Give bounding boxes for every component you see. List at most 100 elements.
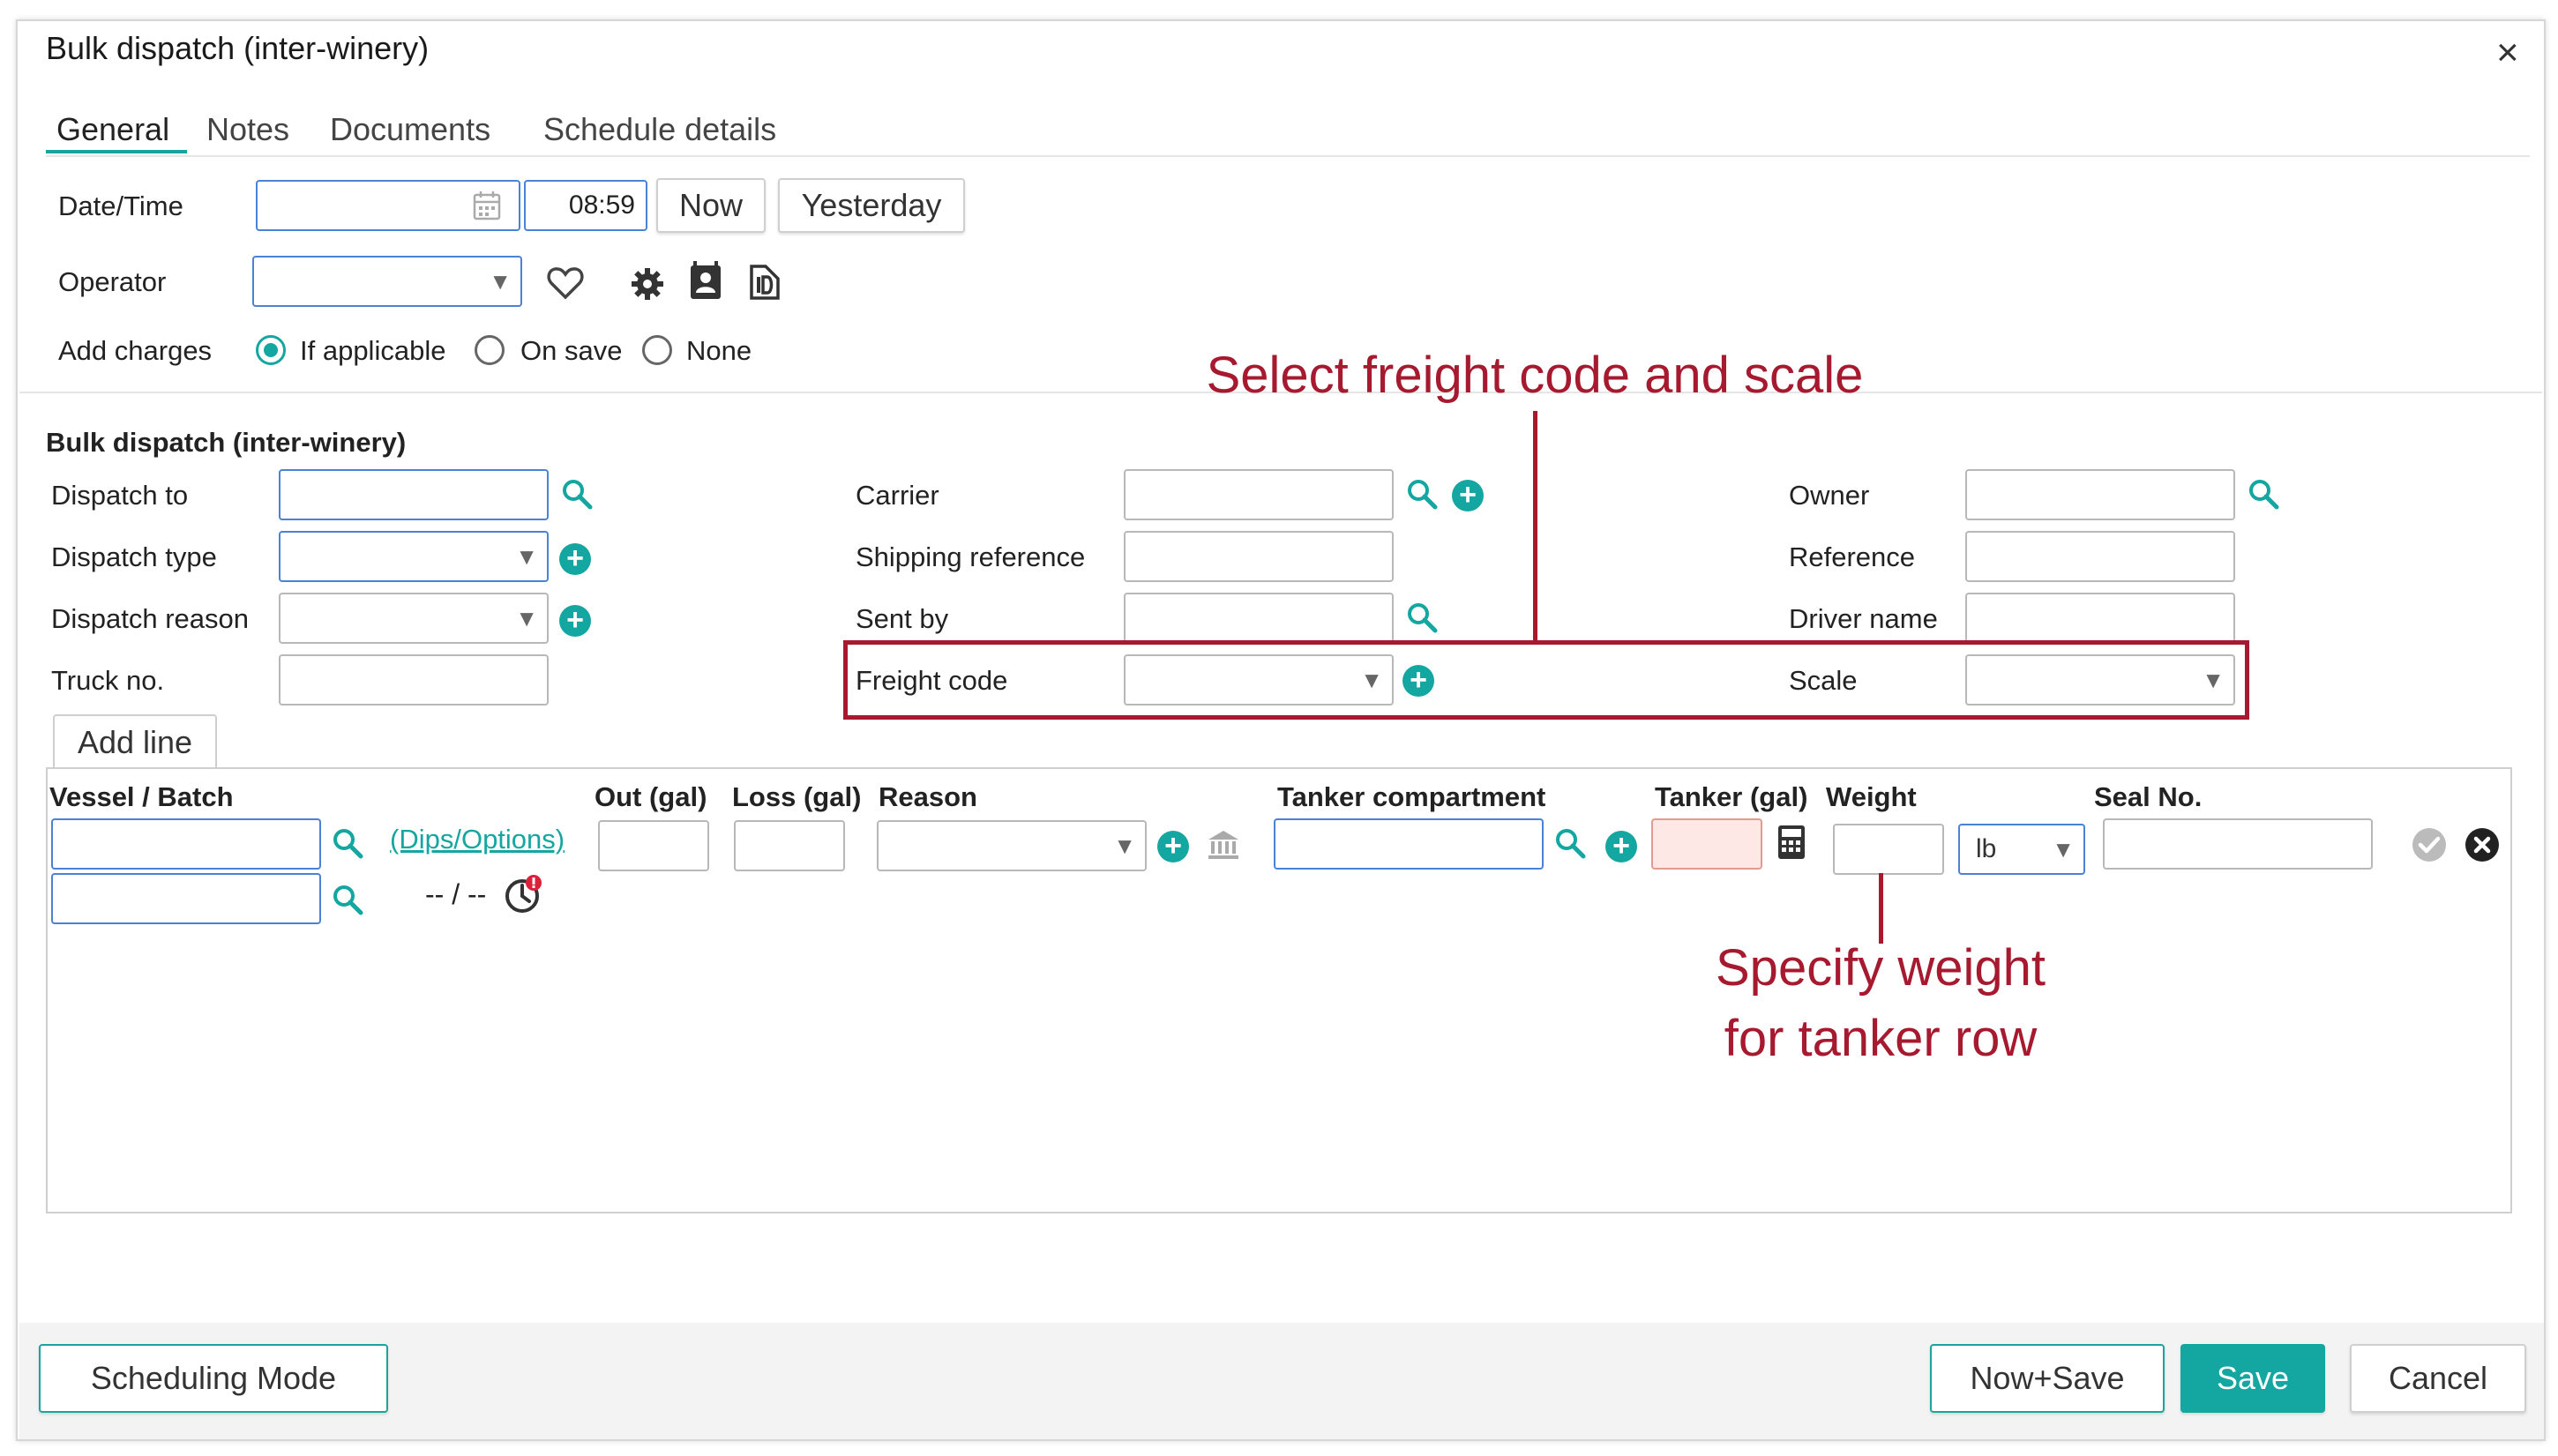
search-icon[interactable] — [1554, 827, 1586, 859]
search-icon[interactable] — [561, 478, 593, 510]
seal-no-input[interactable] — [2103, 818, 2373, 870]
weight-annotation-line1: Specify weight — [1716, 939, 2046, 997]
shipping-reference-label: Shipping reference — [856, 541, 1086, 572]
search-icon[interactable] — [1406, 601, 1438, 633]
weight-unit-select[interactable]: lb ▼ — [1958, 824, 2085, 875]
freight-scale-annotation: Select freight code and scale — [1206, 347, 1864, 404]
save-button[interactable]: Save — [2180, 1344, 2325, 1413]
add-charges-label: Add charges — [58, 335, 213, 366]
freight-scale-highlight — [843, 640, 2249, 720]
dips-options-link[interactable]: (Dips/Options) — [390, 824, 565, 855]
carrier-input[interactable] — [1124, 469, 1394, 520]
col-loss-gal: Loss (gal) — [732, 781, 862, 812]
chevron-down-icon: ▼ — [2052, 836, 2075, 862]
weight-unit-value: lb — [1976, 834, 1997, 863]
dispatch-to-label: Dispatch to — [51, 480, 189, 511]
col-tanker-gal: Tanker (gal) — [1655, 781, 1808, 812]
tab-notes[interactable]: Notes — [206, 111, 289, 148]
footer-bar — [19, 1323, 2544, 1439]
freight-scale-pointer-line — [1533, 411, 1537, 642]
reference-label: Reference — [1789, 541, 1916, 572]
col-seal-no: Seal No. — [2094, 781, 2203, 812]
add-tanker-compartment-icon[interactable]: + — [1605, 831, 1637, 862]
out-gal-input[interactable] — [598, 820, 709, 871]
dispatch-reason-select[interactable]: ▼ — [279, 593, 549, 644]
col-out-gal: Out (gal) — [595, 781, 707, 812]
remove-circle-icon[interactable] — [2465, 827, 2500, 862]
date-placeholder: -- / -- — [425, 878, 487, 910]
tab-general-underline — [46, 150, 187, 153]
check-circle-icon[interactable] — [2412, 827, 2447, 862]
add-reason-icon[interactable]: + — [1157, 831, 1189, 862]
tab-general[interactable]: General — [56, 111, 169, 148]
dispatch-reason-label: Dispatch reason — [51, 603, 250, 634]
radio-none[interactable] — [642, 335, 672, 365]
now-button[interactable]: Now — [656, 178, 766, 233]
dispatch-to-input[interactable] — [279, 469, 549, 520]
gear-icon[interactable] — [630, 266, 665, 302]
radio-label-if-applicable: If applicable — [300, 335, 446, 366]
scheduling-mode-button[interactable]: Scheduling Mode — [39, 1344, 388, 1413]
sent-by-input[interactable] — [1124, 593, 1394, 644]
search-icon[interactable] — [1406, 478, 1438, 510]
radio-on-save[interactable] — [475, 335, 505, 365]
vessel-input[interactable] — [51, 818, 321, 870]
section-title: Bulk dispatch (inter-winery) — [46, 427, 407, 458]
chevron-down-icon: ▼ — [489, 268, 512, 295]
heart-icon[interactable] — [547, 266, 584, 300]
add-dispatch-type-icon[interactable]: + — [559, 543, 591, 575]
weight-annotation-line2: for tanker row — [1724, 1010, 2038, 1067]
chevron-down-icon: ▼ — [515, 605, 538, 631]
chevron-down-icon: ▼ — [515, 543, 538, 570]
close-icon[interactable]: × — [2496, 34, 2519, 72]
operator-select[interactable]: ▼ — [252, 256, 522, 307]
contact-card-icon[interactable] — [688, 261, 723, 302]
reason-select[interactable]: ▼ — [877, 820, 1147, 871]
add-carrier-icon[interactable]: + — [1452, 480, 1484, 511]
col-tanker-compartment: Tanker compartment — [1277, 781, 1546, 812]
radio-label-on-save: On save — [520, 335, 623, 366]
owner-label: Owner — [1789, 480, 1870, 511]
tab-schedule-details[interactable]: Schedule details — [543, 111, 776, 148]
col-weight: Weight — [1826, 781, 1917, 812]
truck-no-label: Truck no. — [51, 665, 165, 696]
dispatch-type-select[interactable]: ▼ — [279, 531, 549, 582]
dispatch-type-label: Dispatch type — [51, 541, 217, 572]
operator-label: Operator — [58, 266, 167, 297]
bank-icon[interactable] — [1207, 829, 1240, 861]
tanker-compartment-input[interactable] — [1274, 818, 1544, 870]
owner-input[interactable] — [1965, 469, 2235, 520]
shipping-reference-input[interactable] — [1124, 531, 1394, 582]
driver-name-label: Driver name — [1789, 603, 1938, 634]
truck-no-input[interactable] — [279, 654, 549, 706]
clock-alert-icon[interactable] — [503, 873, 545, 915]
reference-input[interactable] — [1965, 531, 2235, 582]
search-icon[interactable] — [332, 884, 363, 915]
datetime-label: Date/Time — [58, 190, 183, 221]
add-line-button[interactable]: Add line — [53, 714, 217, 769]
search-icon[interactable] — [2248, 478, 2279, 510]
dialog-title: Bulk dispatch (inter-winery) — [46, 30, 430, 66]
weight-input[interactable] — [1833, 824, 1944, 875]
tanker-gal-input[interactable] — [1651, 818, 1762, 870]
tab-documents[interactable]: Documents — [330, 111, 490, 148]
col-vessel-batch: Vessel / Batch — [49, 781, 234, 812]
document-id-icon[interactable] — [748, 265, 782, 300]
calculator-icon[interactable] — [1776, 824, 1806, 861]
col-reason: Reason — [879, 781, 977, 812]
calendar-icon[interactable] — [473, 190, 501, 220]
radio-label-none: None — [686, 335, 752, 366]
weight-pointer-line — [1879, 873, 1883, 944]
driver-name-input[interactable] — [1965, 593, 2235, 644]
yesterday-button[interactable]: Yesterday — [778, 178, 965, 233]
loss-gal-input[interactable] — [734, 820, 845, 871]
add-dispatch-reason-icon[interactable]: + — [559, 605, 591, 637]
now-save-button[interactable]: Now+Save — [1930, 1344, 2165, 1413]
radio-if-applicable[interactable] — [256, 335, 286, 365]
search-icon[interactable] — [332, 827, 363, 859]
chevron-down-icon: ▼ — [1113, 833, 1136, 859]
cancel-button[interactable]: Cancel — [2350, 1344, 2526, 1413]
time-input[interactable] — [524, 180, 647, 231]
batch-input[interactable] — [51, 873, 321, 924]
carrier-label: Carrier — [856, 480, 939, 511]
